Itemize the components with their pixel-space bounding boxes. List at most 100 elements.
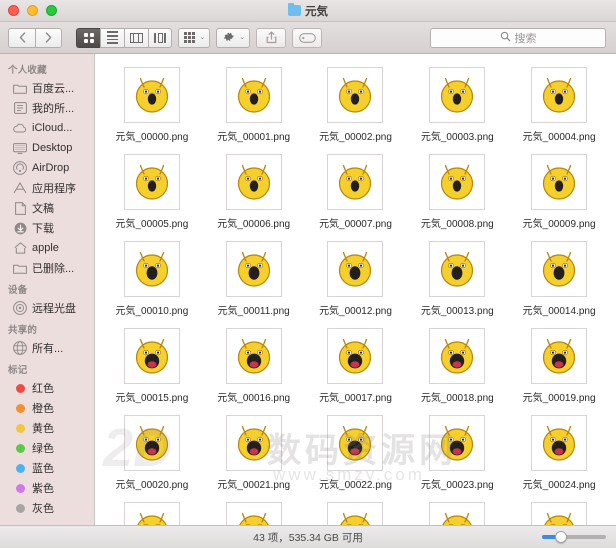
sidebar-item-icloud[interactable]: iCloud... [0, 118, 94, 138]
gallery-view-button[interactable] [148, 27, 172, 48]
file-thumbnail[interactable] [429, 415, 486, 471]
file-name[interactable]: 元気_00003.png [421, 128, 494, 143]
sidebar-item-红色[interactable]: 红色 [0, 378, 94, 398]
sidebar-item-desktop[interactable]: Desktop [0, 138, 94, 158]
file-item[interactable]: 元気_00023.png [406, 410, 508, 497]
file-thumbnail[interactable] [429, 502, 486, 525]
file-thumbnail[interactable] [531, 328, 588, 384]
minimize-button[interactable] [27, 5, 38, 16]
file-thumbnail[interactable] [327, 502, 384, 525]
sidebar-item-百度云[interactable]: 百度云... [0, 78, 94, 98]
file-name[interactable]: 元気_00009.png [523, 215, 596, 230]
search-input[interactable]: 搜索 [430, 27, 606, 48]
file-item[interactable]: 元気_00019.png [508, 323, 610, 410]
file-thumbnail[interactable] [123, 415, 180, 471]
file-name[interactable]: 元気_00018.png [421, 389, 494, 404]
file-item[interactable]: 元気_00028.png [406, 497, 508, 525]
sidebar-item-已删除[interactable]: 已删除... [0, 258, 94, 278]
arrange-button[interactable]: ⌄ [178, 27, 211, 48]
file-thumbnail[interactable] [123, 328, 180, 384]
file-item[interactable]: 元気_00002.png [305, 62, 407, 149]
sidebar-item-文稿[interactable]: 文稿 [0, 198, 94, 218]
file-name[interactable]: 元気_00010.png [115, 302, 188, 317]
file-item[interactable]: 元気_00022.png [305, 410, 407, 497]
file-item[interactable]: 元気_00021.png [203, 410, 305, 497]
file-item[interactable]: 元気_00016.png [203, 323, 305, 410]
file-name[interactable]: 元気_00022.png [319, 476, 392, 491]
file-name[interactable]: 元気_00011.png [218, 302, 290, 317]
file-item[interactable]: 元気_00008.png [406, 149, 508, 236]
file-name[interactable]: 元気_00021.png [217, 476, 290, 491]
file-name[interactable]: 元気_00013.png [421, 302, 494, 317]
file-thumbnail[interactable] [327, 328, 384, 384]
file-item[interactable]: 元気_00015.png [101, 323, 203, 410]
sidebar[interactable]: 个人收藏 百度云... 我的所... iCloud... Desktop AirDrop 应… [0, 54, 95, 525]
file-name[interactable]: 元気_00024.png [523, 476, 596, 491]
icon-size-slider[interactable] [542, 530, 606, 544]
file-item[interactable]: 元気_00010.png [101, 236, 203, 323]
file-item[interactable]: 元気_00027.png [305, 497, 407, 525]
file-item[interactable]: 元気_00029.png [508, 497, 610, 525]
file-thumbnail[interactable] [123, 67, 180, 123]
file-thumbnail[interactable] [327, 415, 384, 471]
file-item[interactable]: 元気_00005.png [101, 149, 203, 236]
file-thumbnail[interactable] [225, 328, 282, 384]
file-thumbnail[interactable] [225, 154, 282, 210]
file-item[interactable]: 元気_00011.png [203, 236, 305, 323]
sidebar-item-远程光盘[interactable]: 远程光盘 [0, 298, 94, 318]
file-item[interactable]: 元気_00024.png [508, 410, 610, 497]
tag-button[interactable] [292, 27, 323, 48]
sidebar-item-绿色[interactable]: 绿色 [0, 438, 94, 458]
file-item[interactable]: 元気_00004.png [508, 62, 610, 149]
file-name[interactable]: 元気_00014.png [523, 302, 596, 317]
file-name[interactable]: 元気_00019.png [523, 389, 596, 404]
file-name[interactable]: 元気_00017.png [319, 389, 392, 404]
sidebar-item-应用程序[interactable]: 应用程序 [0, 178, 94, 198]
sidebar-item-紫色[interactable]: 紫色 [0, 478, 94, 498]
file-name[interactable]: 元気_00015.png [115, 389, 188, 404]
file-thumbnail[interactable] [327, 154, 384, 210]
file-thumbnail[interactable] [531, 502, 588, 525]
file-item[interactable]: 元気_00026.png [203, 497, 305, 525]
file-thumbnail[interactable] [531, 154, 588, 210]
file-item[interactable]: 元気_00018.png [406, 323, 508, 410]
sidebar-item-蓝色[interactable]: 蓝色 [0, 458, 94, 478]
file-thumbnail[interactable] [225, 67, 282, 123]
file-thumbnail[interactable] [327, 241, 384, 297]
file-name[interactable]: 元気_00006.png [217, 215, 290, 230]
sidebar-item-橙色[interactable]: 橙色 [0, 398, 94, 418]
sidebar-item-灰色[interactable]: 灰色 [0, 498, 94, 518]
file-thumbnail[interactable] [429, 241, 486, 297]
sidebar-item-airdrop[interactable]: AirDrop [0, 158, 94, 178]
file-item[interactable]: 元気_00025.png [101, 497, 203, 525]
file-name[interactable]: 元気_00001.png [217, 128, 290, 143]
sidebar-item-下载[interactable]: 下载 [0, 218, 94, 238]
file-thumbnail[interactable] [225, 415, 282, 471]
file-thumbnail[interactable] [429, 67, 486, 123]
file-item[interactable]: 元気_00001.png [203, 62, 305, 149]
file-thumbnail[interactable] [123, 502, 180, 525]
file-name[interactable]: 元気_00016.png [217, 389, 290, 404]
share-button[interactable] [256, 27, 287, 48]
file-item[interactable]: 元気_00017.png [305, 323, 407, 410]
file-item[interactable]: 元気_00000.png [101, 62, 203, 149]
file-thumbnail[interactable] [429, 328, 486, 384]
file-thumbnail[interactable] [327, 67, 384, 123]
file-item[interactable]: 元気_00006.png [203, 149, 305, 236]
sidebar-item-apple[interactable]: apple [0, 238, 94, 258]
slider-knob[interactable] [555, 531, 567, 543]
file-thumbnail[interactable] [225, 502, 282, 525]
file-thumbnail[interactable] [429, 154, 486, 210]
file-name[interactable]: 元気_00004.png [523, 128, 596, 143]
maximize-button[interactable] [46, 5, 57, 16]
forward-button[interactable] [35, 27, 62, 48]
list-view-button[interactable] [100, 27, 124, 48]
file-name[interactable]: 元気_00008.png [421, 215, 494, 230]
file-item[interactable]: 元気_00007.png [305, 149, 407, 236]
file-item[interactable]: 元気_00014.png [508, 236, 610, 323]
file-thumbnail[interactable] [225, 241, 282, 297]
sidebar-item-黄色[interactable]: 黄色 [0, 418, 94, 438]
file-name[interactable]: 元気_00023.png [421, 476, 494, 491]
file-name[interactable]: 元気_00000.png [115, 128, 188, 143]
file-name[interactable]: 元気_00012.png [319, 302, 392, 317]
